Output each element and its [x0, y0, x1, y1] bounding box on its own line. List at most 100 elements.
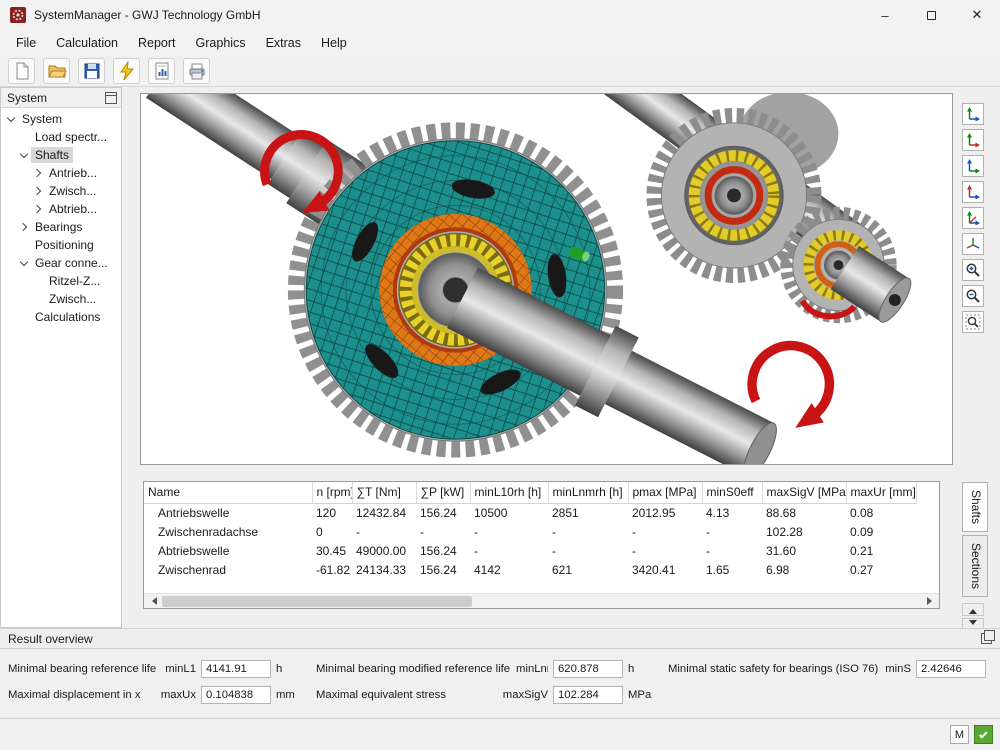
report-document-icon	[152, 61, 172, 81]
tree-item-load-spectrum[interactable]: Load spectr...	[1, 128, 121, 146]
max-displacement-value[interactable]: 0.104838	[201, 686, 271, 704]
axis-view-icon	[965, 184, 981, 200]
chevron-down-icon[interactable]	[18, 149, 31, 162]
table-row-zwischenrad[interactable]: Zwischenrad-61.82 24134.33156.24 4142621…	[144, 560, 916, 579]
print-button[interactable]	[183, 58, 210, 84]
dock-pin-icon[interactable]	[105, 92, 117, 104]
scroll-left-button[interactable]	[144, 594, 160, 609]
tree-item-zwischenradachse[interactable]: Zwisch...	[1, 182, 121, 200]
tree-item-shafts[interactable]: Shafts	[1, 146, 121, 164]
axis-view-icon	[965, 132, 981, 148]
view-axis-2-button[interactable]	[962, 129, 984, 151]
result-overview-panel: Minimal bearing reference life minL1 414…	[0, 649, 1000, 718]
shaft-results-table-panel: Name n [rpm] ∑T [Nm] ∑P [kW] minL10rh [h…	[143, 481, 940, 609]
maximize-button[interactable]	[908, 0, 954, 30]
zoom-out-button[interactable]	[962, 285, 984, 307]
zoom-in-button[interactable]	[962, 259, 984, 281]
status-ok-button[interactable]	[974, 725, 993, 744]
view-isometric-button[interactable]	[962, 233, 984, 255]
tree-item-abtriebswelle[interactable]: Abtrieb...	[1, 200, 121, 218]
menu-extras[interactable]: Extras	[256, 33, 311, 53]
calculate-button[interactable]	[113, 58, 140, 84]
tab-sections[interactable]: Sections	[962, 535, 988, 597]
chevron-right-icon[interactable]	[32, 167, 45, 180]
menu-calculation[interactable]: Calculation	[46, 33, 128, 53]
field-label: Minimal bearing reference life	[8, 663, 156, 675]
mode-m-button[interactable]: M	[950, 725, 969, 744]
chevron-down-icon[interactable]	[5, 113, 18, 126]
save-icon	[82, 61, 102, 81]
print-icon	[187, 61, 207, 81]
close-button[interactable]: ✕	[954, 0, 1000, 30]
column-header-mins0eff[interactable]: minS0eff	[702, 482, 762, 503]
menu-graphics[interactable]: Graphics	[186, 33, 256, 53]
chevron-right-icon[interactable]	[18, 221, 31, 234]
table-row-zwischenradachse[interactable]: Zwischenradachse0 -- -- -- 102.280.09	[144, 522, 916, 541]
content-area: Name n [rpm] ∑T [Nm] ∑P [kW] minL10rh [h…	[122, 87, 1000, 628]
main-toolbar	[0, 55, 1000, 87]
close-icon: ✕	[972, 7, 983, 23]
menu-report[interactable]: Report	[128, 33, 186, 53]
field-unit: h	[276, 663, 298, 675]
minimize-icon: –	[881, 8, 888, 23]
column-header-n[interactable]: n [rpm]	[312, 482, 352, 503]
field-min-static-safety: Minimal static safety for bearings (ISO …	[668, 660, 1000, 678]
table-horizontal-scrollbar[interactable]	[144, 593, 939, 608]
field-max-displacement: Maximal displacement in x maxUx 0.104838…	[8, 686, 298, 704]
column-header-name[interactable]: Name	[144, 482, 312, 503]
isometric-view-icon	[965, 236, 981, 252]
calculate-lightning-icon	[117, 61, 137, 81]
view-axis-3-button[interactable]	[962, 155, 984, 177]
view-axis-4-button[interactable]	[962, 181, 984, 203]
float-window-icon[interactable]	[981, 633, 992, 644]
chevron-down-icon[interactable]	[18, 257, 31, 270]
column-header-power[interactable]: ∑P [kW]	[416, 482, 470, 503]
column-header-pmax[interactable]: pmax [MPa]	[628, 482, 702, 503]
table-row-abtriebswelle[interactable]: Abtriebswelle30.45 49000.00156.24 -- -- …	[144, 541, 916, 560]
field-symbol: minS	[885, 663, 911, 675]
min-static-safety-value[interactable]: 2.42646	[916, 660, 986, 678]
menu-help[interactable]: Help	[311, 33, 357, 53]
scroll-right-button[interactable]	[923, 594, 939, 609]
tree-item-gear-connections[interactable]: Gear conne...	[1, 254, 121, 272]
table-row-antriebswelle[interactable]: Antriebswelle120 12432.84156.24 10500285…	[144, 503, 916, 522]
tree-item-positioning[interactable]: Positioning	[1, 236, 121, 254]
min-modified-life-value[interactable]: 620.878	[553, 660, 623, 678]
result-overview-header: Result overview	[0, 628, 1000, 649]
minimize-button[interactable]: –	[862, 0, 908, 30]
tab-shafts[interactable]: Shafts	[962, 482, 988, 532]
arrow-up-icon	[969, 605, 977, 614]
tree-item-zwischenrad[interactable]: Zwisch...	[1, 290, 121, 308]
new-document-button[interactable]	[8, 58, 35, 84]
field-symbol: maxSigV	[503, 689, 548, 701]
tree-item-ritzel-zwischenrad[interactable]: Ritzel-Z...	[1, 272, 121, 290]
max-equivalent-stress-value[interactable]: 102.284	[553, 686, 623, 704]
scrollbar-thumb[interactable]	[162, 596, 472, 607]
column-header-minlnmrh[interactable]: minLnmrh [h]	[548, 482, 628, 503]
maximize-icon	[927, 11, 936, 20]
column-header-torque[interactable]: ∑T [Nm]	[352, 482, 416, 503]
zoom-fit-button[interactable]	[962, 311, 984, 333]
chevron-right-icon[interactable]	[32, 185, 45, 198]
menu-file[interactable]: File	[6, 33, 46, 53]
column-header-maxur[interactable]: maxUr [mm]	[846, 482, 916, 503]
view-axis-1-button[interactable]	[962, 103, 984, 125]
tree-item-calculations[interactable]: Calculations	[1, 308, 121, 326]
tree-item-bearings[interactable]: Bearings	[1, 218, 121, 236]
open-button[interactable]	[43, 58, 70, 84]
chevron-right-icon[interactable]	[32, 203, 45, 216]
arrow-right-icon	[927, 597, 936, 605]
column-header-maxsigv[interactable]: maxSigV [MPa]	[762, 482, 846, 503]
view-axis-5-button[interactable]	[962, 207, 984, 229]
zoom-out-icon	[965, 288, 981, 304]
min-bearing-life-value[interactable]: 4141.91	[201, 660, 271, 678]
save-button[interactable]	[78, 58, 105, 84]
tree-item-system[interactable]: System	[1, 110, 121, 128]
gear-large-meshed	[296, 131, 614, 449]
report-button[interactable]	[148, 58, 175, 84]
status-bar: M	[0, 718, 1000, 750]
tab-scroll-up-button[interactable]	[962, 603, 984, 616]
tree-item-antriebswelle[interactable]: Antrieb...	[1, 164, 121, 182]
column-header-minl10rh[interactable]: minL10rh [h]	[470, 482, 548, 503]
3d-viewport[interactable]	[140, 93, 953, 465]
